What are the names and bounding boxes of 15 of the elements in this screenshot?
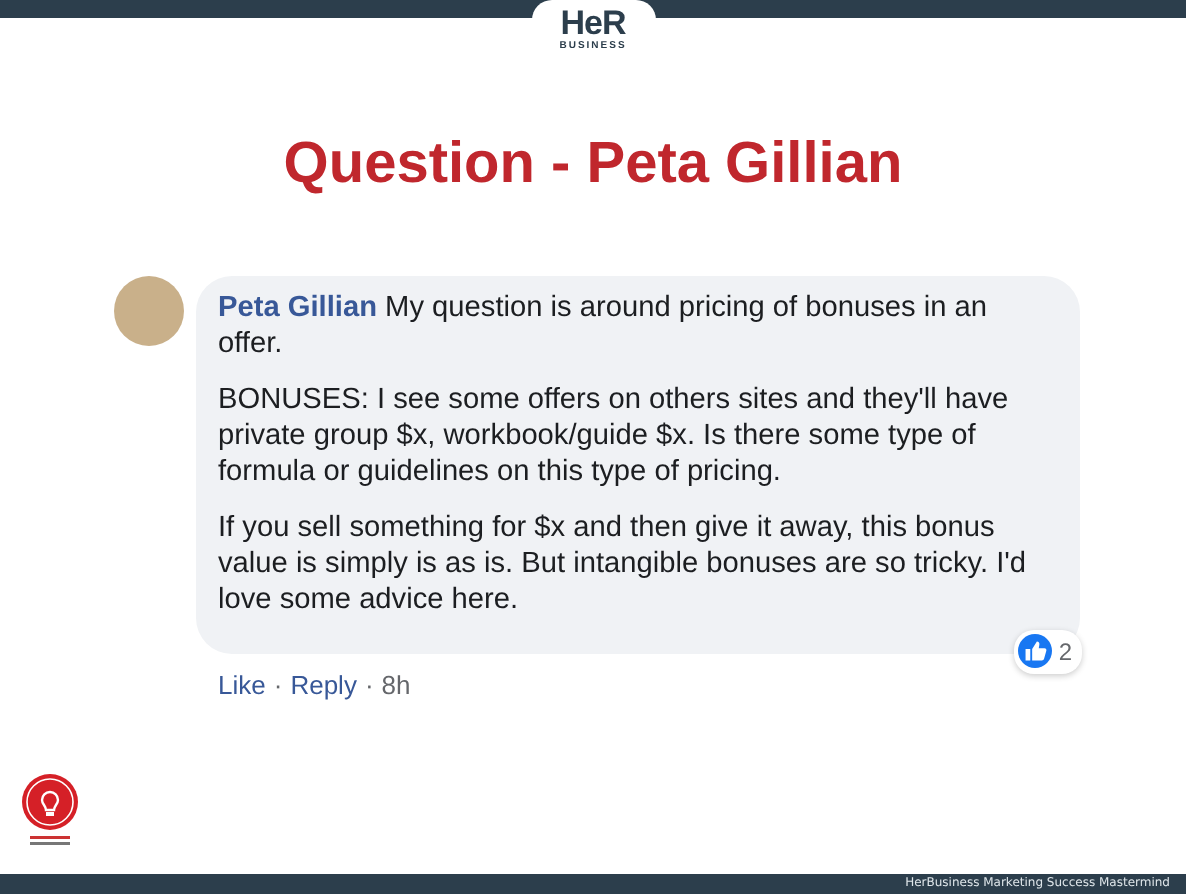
reaction-badge[interactable]: 2 [1014, 629, 1082, 674]
comment-text: Peta Gillian My question is around pricing of bonuses in an offer. [218, 289, 990, 362]
slide-title: Question - Peta Gillian [281, 130, 905, 200]
separator-dot: · [273, 667, 283, 704]
author-link[interactable]: Peta Gillian [218, 291, 377, 324]
lightbulb-logo-icon [20, 774, 80, 846]
comment-text: If you sell something for $x and then give it away, this bonus value is simply is as is. But intangible bonuses are so tricky. I'd love some advice here. [218, 509, 1029, 618]
avatar-photo-placeholder [114, 275, 184, 346]
logo-text: HeR [560, 5, 626, 39]
action-link[interactable]: Like [218, 665, 266, 705]
comment-text: BONUSES: I see some offers on others sites and they'll have private group $x, workbook/guide $x. Is there some type of formula or guidelines on this type of pricing. [218, 381, 1011, 490]
thumbs-up-icon [1018, 634, 1053, 669]
separator-dot: · [364, 667, 374, 704]
action-link[interactable]: Reply [290, 665, 357, 705]
timestamp: 8h [381, 667, 411, 704]
